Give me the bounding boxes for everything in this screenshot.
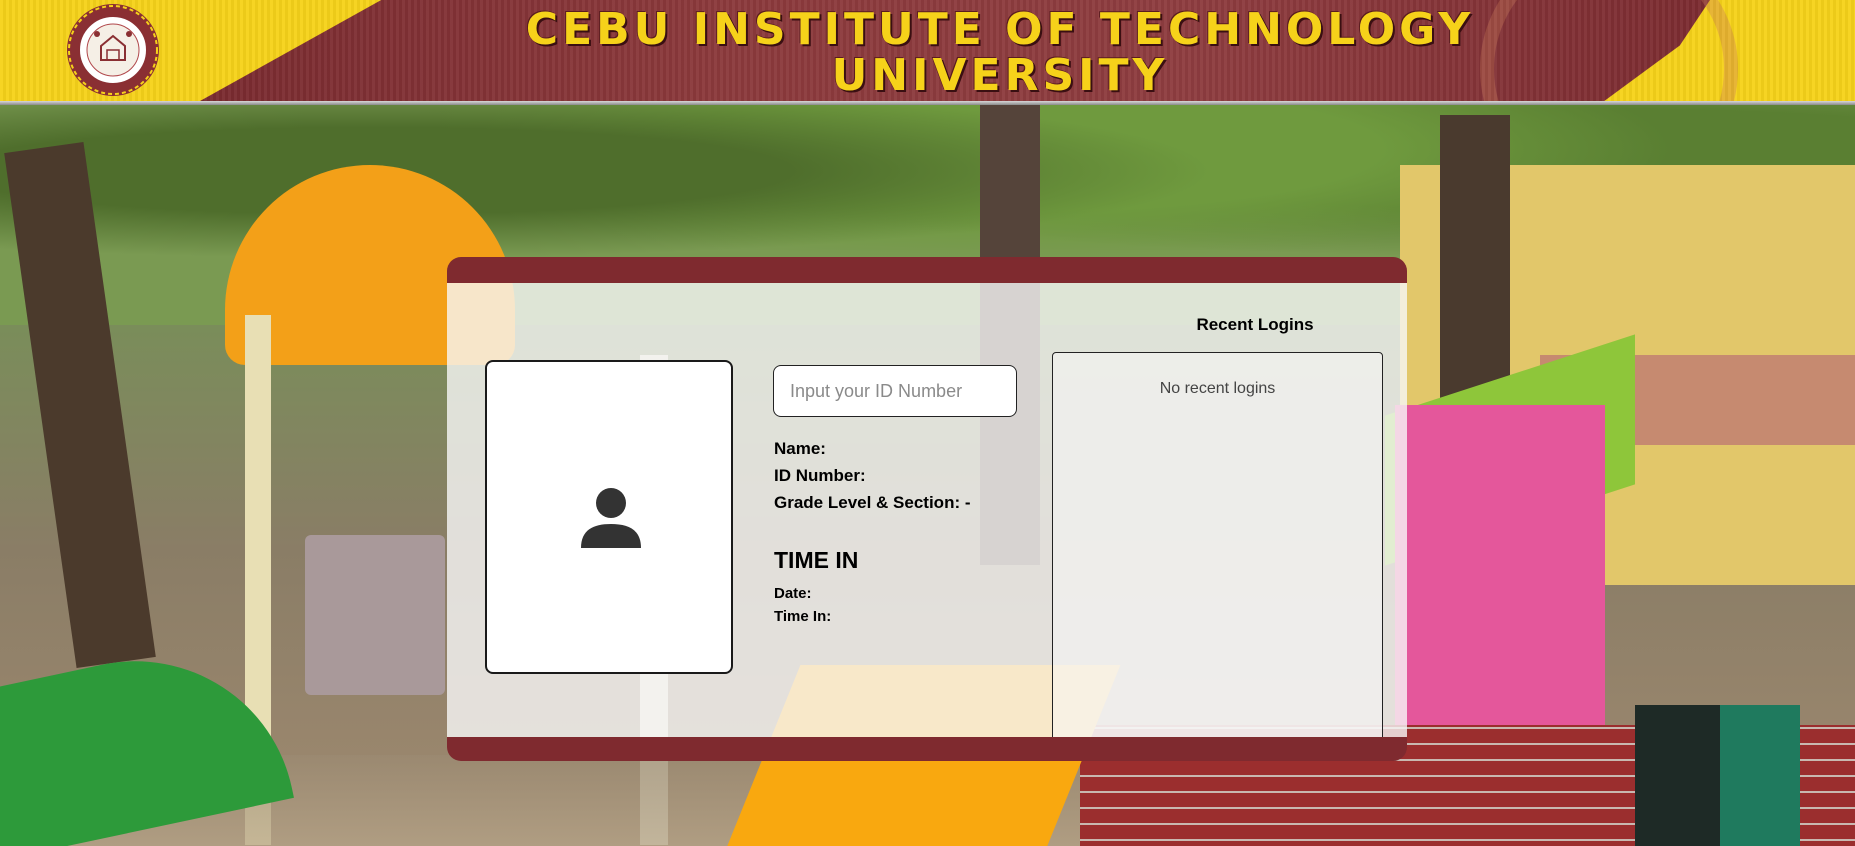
student-name-row: Name: bbox=[774, 439, 826, 459]
school-seal-icon bbox=[67, 4, 159, 96]
photo-tic-tac-toe-panel bbox=[305, 535, 445, 695]
student-id-row: ID Number: bbox=[774, 466, 866, 486]
header-banner: CEBU INSTITUTE OF TECHNOLOGY UNIVERSITY bbox=[0, 0, 1855, 101]
card-top-bar bbox=[447, 257, 1407, 283]
card-body: Name: ID Number: Grade Level & Section: … bbox=[447, 283, 1407, 744]
photo-trash-bin bbox=[1635, 705, 1720, 846]
recent-logins-list[interactable]: No recent logins bbox=[1052, 352, 1383, 744]
recent-logins-empty-message: No recent logins bbox=[1159, 380, 1276, 397]
user-silhouette-icon bbox=[581, 488, 641, 548]
banner-title: CEBU INSTITUTE OF TECHNOLOGY UNIVERSITY bbox=[330, 8, 1670, 98]
time-in-heading: TIME IN bbox=[774, 547, 859, 573]
banner-title-line2: UNIVERSITY bbox=[831, 50, 1169, 101]
time-in-row: Time In: bbox=[774, 608, 831, 625]
student-name-label: Name: bbox=[774, 439, 826, 458]
grade-section-label: Grade Level & Section: bbox=[774, 493, 961, 512]
attendance-card: Name: ID Number: Grade Level & Section: … bbox=[447, 257, 1407, 761]
time-in-label: Time In: bbox=[774, 608, 832, 625]
date-label: Date: bbox=[774, 585, 812, 602]
banner-title-line1: CEBU INSTITUTE OF TECHNOLOGY bbox=[525, 4, 1475, 55]
id-number-input[interactable] bbox=[773, 365, 1017, 417]
grade-section-value: - bbox=[960, 493, 971, 512]
date-row: Date: bbox=[774, 585, 812, 602]
photo-trash-bin bbox=[1720, 705, 1800, 846]
student-photo-frame bbox=[485, 360, 733, 674]
student-id-label: ID Number: bbox=[774, 466, 866, 485]
grade-section-row: Grade Level & Section: - bbox=[774, 493, 971, 513]
recent-logins-title: Recent Logins bbox=[1196, 315, 1314, 334]
card-bottom-bar bbox=[447, 737, 1407, 761]
photo-playhouse bbox=[1395, 405, 1605, 725]
